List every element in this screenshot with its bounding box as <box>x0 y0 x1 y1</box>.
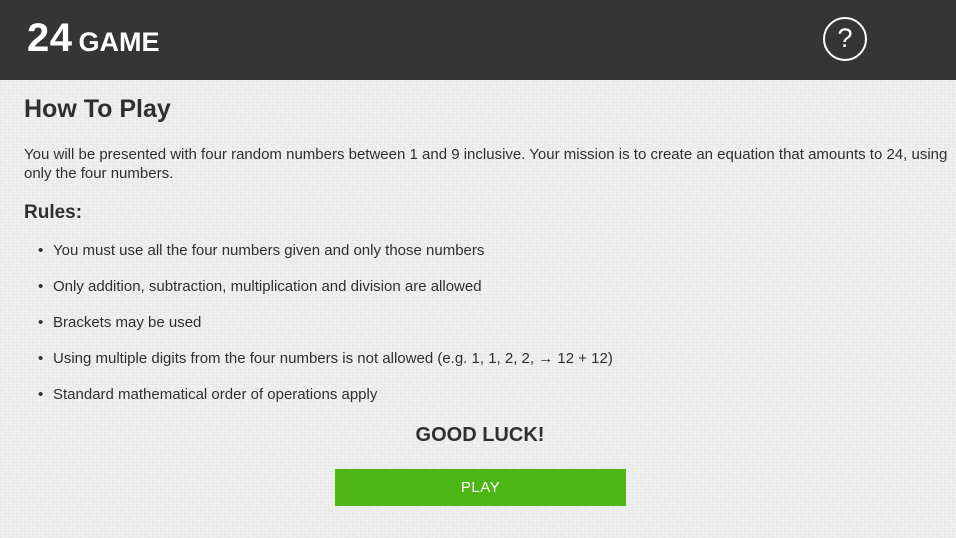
bullet-icon: • <box>38 350 44 367</box>
question-mark-icon: ? <box>837 23 853 53</box>
game-logo: 24 GAME <box>27 16 160 61</box>
intro-text: You will be presented with four random n… <box>24 146 948 182</box>
rules-heading: Rules: <box>24 202 83 223</box>
bullet-icon: • <box>38 314 44 331</box>
rule-text: Brackets may be used <box>53 314 202 331</box>
rule-item: • You must use all the four numbers give… <box>38 241 613 277</box>
rule-text: Standard mathematical order of operation… <box>53 386 378 403</box>
bullet-icon: • <box>38 278 44 295</box>
bullet-icon: • <box>38 386 44 403</box>
rule-item: • Brackets may be used <box>38 313 613 349</box>
rule-text: Only addition, subtraction, multiplicati… <box>53 278 482 295</box>
logo-word: GAME <box>78 27 160 57</box>
rule-item: • Only addition, subtraction, multiplica… <box>38 277 613 313</box>
rule-item: • Standard mathematical order of operati… <box>38 385 613 421</box>
rule-item: • Using multiple digits from the four nu… <box>38 349 613 385</box>
logo-number: 24 <box>27 16 73 60</box>
play-button[interactable]: PLAY <box>335 469 626 506</box>
rules-list: • You must use all the four numbers give… <box>38 241 613 421</box>
rule-text: Using multiple digits from the four numb… <box>53 350 613 367</box>
bullet-icon: • <box>38 242 44 259</box>
good-luck-text: GOOD LUCK! <box>415 424 545 446</box>
help-button[interactable]: ? <box>823 17 867 61</box>
app-header: 24 GAME ? <box>0 0 956 80</box>
rule-text: You must use all the four numbers given … <box>53 242 485 259</box>
page-title: How To Play <box>24 95 171 123</box>
